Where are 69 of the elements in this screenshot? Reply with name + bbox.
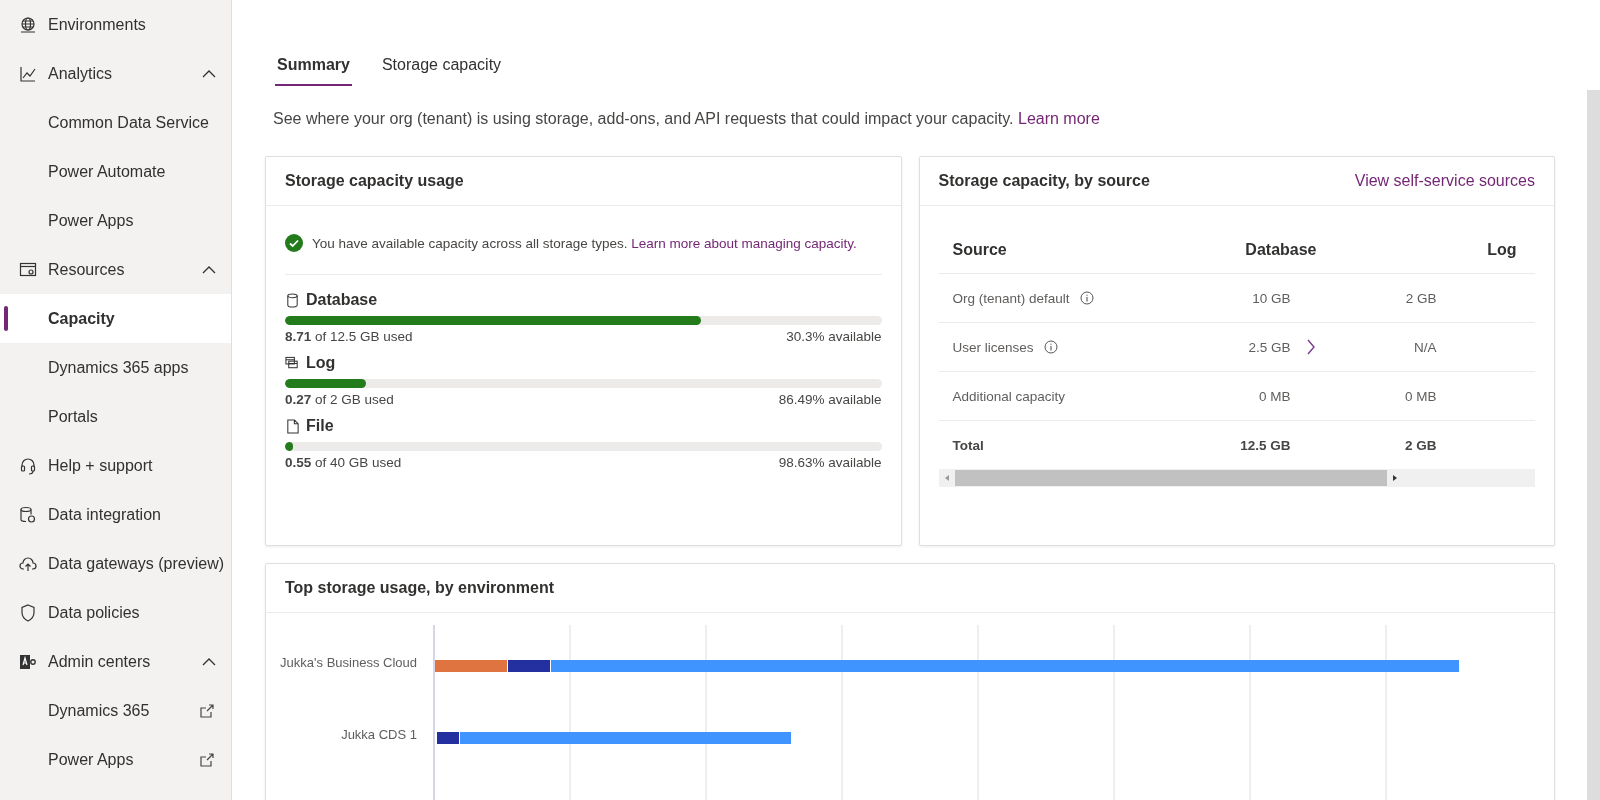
sidebar-item[interactable]: Admin centers [0,637,231,686]
table-cell: Additional capacity [952,388,1066,404]
usage-text: 0.55 of 40 GB used [285,455,402,470]
success-check-icon [285,234,303,252]
learn-more-link[interactable]: Learn more [1018,110,1100,127]
usage-text: 0.27 of 2 GB used [285,392,394,407]
table-cell: 2 GB [1405,290,1437,306]
shield-icon [18,602,38,623]
sidebar-item[interactable]: Data integration [0,490,231,539]
column-header: Database [1244,240,1317,259]
sidebar-subitem[interactable]: Capacity [0,294,231,343]
intro-text: See where your org (tenant) is using storage, add-ons, and API requests that could impact your capacity. Learn more [273,110,1101,128]
sidebar-subitem[interactable]: Power Automate [0,147,231,196]
chevron-right-icon[interactable] [1305,339,1316,355]
table-cell: 2 GB [1405,437,1437,453]
sidebar-item[interactable]: Data policies [0,588,231,637]
globe-icon [18,14,38,35]
external-link-icon [199,751,215,768]
sidebar-subitem[interactable]: Dynamics 365 apps [0,343,231,392]
sidebar-subitem[interactable]: Common Data Service [0,98,231,147]
tab[interactable]: Summary [275,40,352,86]
storage-name: Database [306,291,378,309]
table-cell: 12.5 GB [1240,437,1291,453]
scrollbar-thumb[interactable] [954,470,1387,486]
notice-text: You have available capacity across all storage types. Learn more about managing capacity. [312,235,857,251]
table-cell: Org (tenant) default [952,290,1070,306]
usage-text: 8.71 of 12.5 GB used [285,329,413,344]
document-icon [285,418,300,434]
card-title: Storage capacity usage [266,157,901,206]
managing-capacity-link[interactable]: Learn more about managing capacity. [631,235,857,251]
sidebar-subitem[interactable]: Power Apps [0,735,231,784]
table-cell: 0 MB [1405,388,1437,404]
sidebar-item[interactable]: Data gateways (preview) [0,539,231,588]
sidebar-item[interactable]: Environments [0,0,231,49]
sidebar-item[interactable]: Help + support [0,441,231,490]
column-header: Log [1486,240,1517,259]
table-cell: 10 GB [1252,290,1291,306]
column-header: Source [951,240,1008,259]
card-title: Storage capacity, by source [938,172,1150,190]
horizontal-scrollbar[interactable] [938,469,1535,487]
vertical-scrollbar[interactable] [1587,90,1600,800]
available-text: 30.3% available [786,329,882,344]
environment-label: Jukka's Business Cloud [280,655,418,670]
info-icon[interactable] [1043,340,1058,354]
available-text: 86.49% available [778,392,882,407]
storage-name: Log [306,354,336,372]
database-sync-icon [18,504,38,525]
self-service-link[interactable]: View self-service sources [1354,172,1535,190]
headset-icon [18,455,38,476]
card-title: Top storage usage, by environment [266,564,1554,613]
info-icon[interactable] [1079,291,1094,305]
scroll-right-icon[interactable] [1390,474,1399,482]
sidebar-subitem[interactable]: Portals [0,392,231,441]
stacked-windows-icon [285,355,300,371]
table-cell: 2.5 GB [1248,339,1291,355]
cylinder-icon [285,292,300,308]
environment-label: Jukka CDS 1 [341,727,418,742]
table-cell: 0 MB [1259,388,1291,404]
table-cell: N/A [1414,339,1437,355]
sidebar-item[interactable]: Resources [0,245,231,294]
tab[interactable]: Storage capacity [379,40,504,86]
sidebar-subitem[interactable]: Power Apps [0,196,231,245]
table-cell: Total [952,437,984,453]
available-text: 98.63% available [778,455,882,470]
sidebar-subitem[interactable]: Dynamics 365 [0,686,231,735]
sidebar-item[interactable]: Analytics [0,49,231,98]
storage-name: File [306,417,334,435]
table-cell: User licenses [952,339,1034,355]
external-link-icon [199,702,215,719]
